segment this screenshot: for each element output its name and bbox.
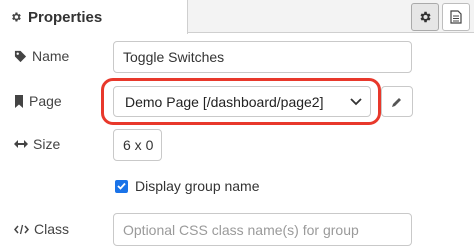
name-input[interactable]: Toggle Switches (113, 41, 412, 73)
display-group-name-label: Display group name (135, 178, 260, 194)
tab-properties-label: Properties (28, 8, 103, 26)
name-label-text: Name (32, 48, 70, 64)
page-label: Page (14, 93, 62, 109)
pencil-icon (392, 97, 401, 107)
page-select[interactable]: Demo Page [/dashboard/page2] (113, 86, 371, 117)
class-label: Class (14, 221, 69, 237)
page-label-text: Page (29, 93, 62, 109)
check-icon (117, 182, 126, 190)
code-icon (14, 224, 29, 234)
display-group-name-checkbox[interactable] (115, 179, 128, 193)
bookmark-icon (15, 94, 23, 108)
page-select-value: Demo Page [/dashboard/page2] (125, 93, 324, 110)
document-icon (450, 10, 462, 24)
tab-properties[interactable]: Properties (0, 0, 188, 34)
name-label: Name (14, 48, 69, 64)
description-tab-button[interactable] (442, 3, 470, 31)
size-value: 6 x 0 (123, 137, 154, 153)
tag-icon (14, 50, 27, 62)
size-button[interactable]: 6 x 0 (113, 129, 162, 161)
edit-page-button[interactable] (381, 86, 413, 117)
name-input-value: Toggle Switches (123, 49, 225, 65)
settings-tab-button[interactable] (411, 3, 439, 31)
gear-icon (12, 12, 21, 22)
class-label-text: Class (34, 221, 70, 237)
class-input[interactable]: Optional CSS class name(s) for group (113, 213, 412, 246)
size-label-text: Size (33, 136, 61, 152)
size-label: Size (14, 136, 60, 152)
gear-icon (420, 11, 431, 23)
arrows-horizontal-icon (14, 140, 28, 148)
class-input-placeholder: Optional CSS class name(s) for group (123, 221, 359, 238)
tab-bar: Properties (0, 0, 474, 34)
display-group-name-row: Display group name (115, 178, 260, 194)
chevron-down-icon (350, 98, 362, 106)
